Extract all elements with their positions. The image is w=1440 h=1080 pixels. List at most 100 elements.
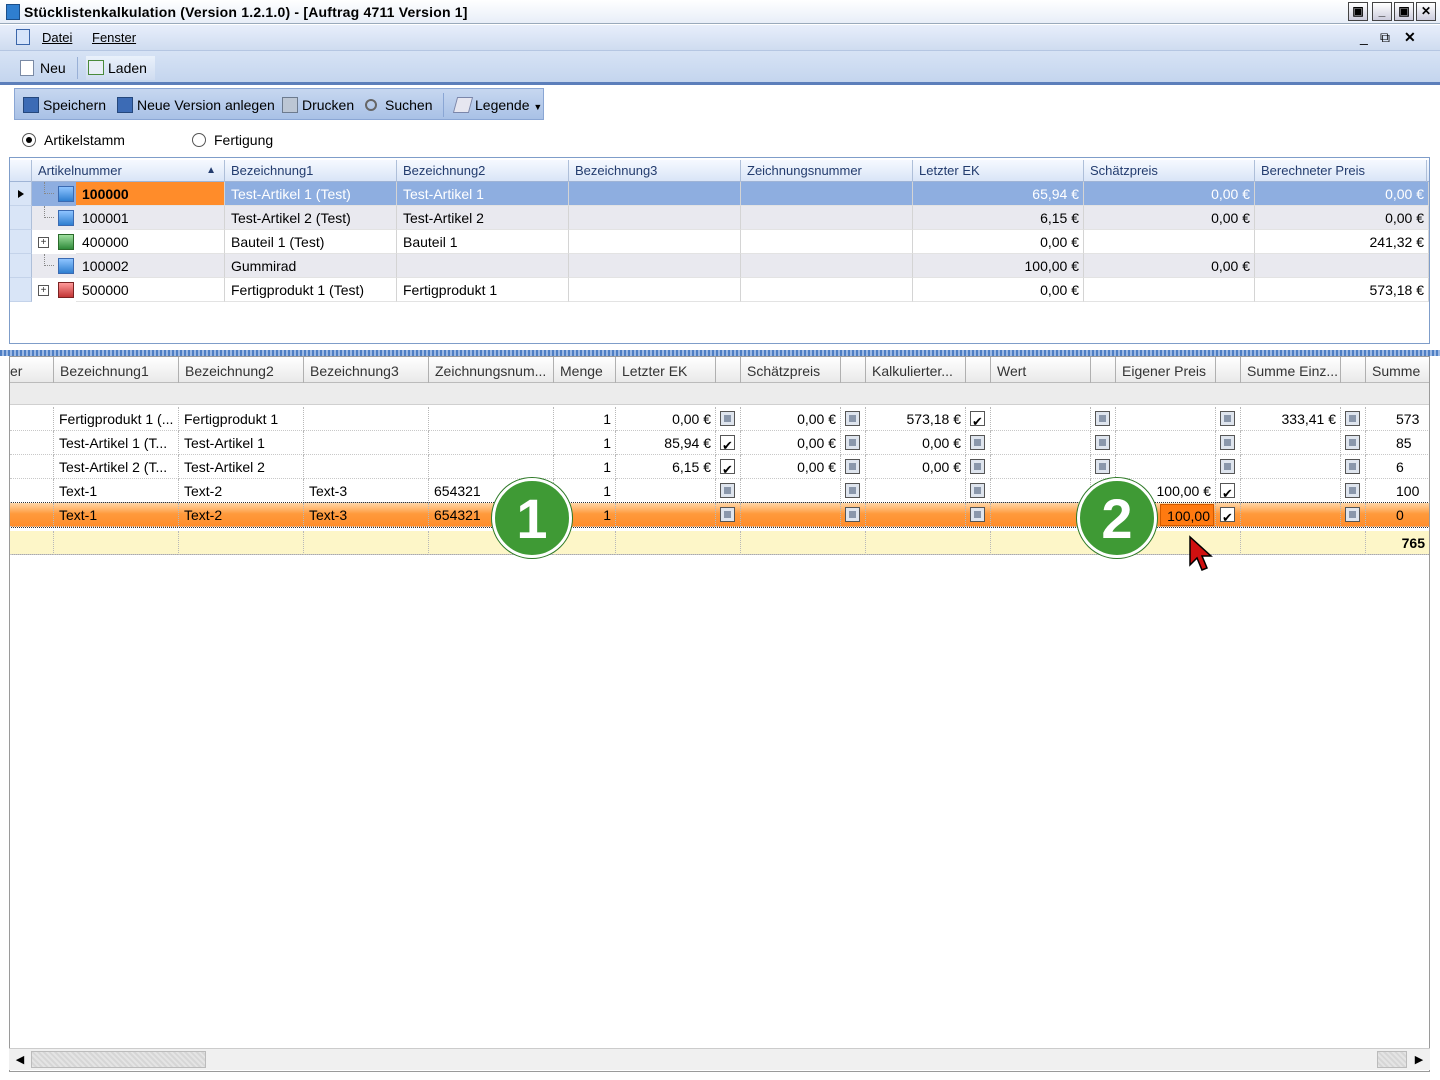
cell-bezeichnung3[interactable]: Text-3 xyxy=(304,479,429,503)
cell-kalkulierter-preis[interactable] xyxy=(866,503,966,527)
flag-cell[interactable] xyxy=(1341,407,1366,431)
scroll-left-icon[interactable]: ◀ xyxy=(13,1053,27,1067)
col-letzter-ek[interactable]: Letzter EK xyxy=(913,160,1084,182)
cell-letzter-ek[interactable]: 0,00 € xyxy=(913,278,1084,302)
col-schaetzpreis-flag[interactable] xyxy=(841,357,866,383)
table-row[interactable]: 100002 Gummirad 100,00 € 0,00 € xyxy=(10,254,1429,278)
flag-cell[interactable] xyxy=(841,503,866,527)
table-row[interactable]: Text-1Text-2Text-36543211100,000 xyxy=(10,502,1429,528)
flag-cell[interactable] xyxy=(841,479,866,503)
cell-bezeichnung3[interactable] xyxy=(304,455,429,479)
cell-letzter-ek[interactable]: 0,00 € xyxy=(913,230,1084,254)
cell-bezeichnung3[interactable] xyxy=(304,431,429,455)
flag-cell[interactable] xyxy=(966,407,991,431)
cell-letzter-ek[interactable] xyxy=(616,503,716,527)
expand-icon[interactable]: + xyxy=(38,237,49,248)
cell-schaetzpreis[interactable] xyxy=(1084,230,1255,254)
col-kalkulierter[interactable]: Kalkulierter... xyxy=(866,357,966,383)
mdi-minimize-icon[interactable]: _ xyxy=(1360,29,1368,45)
table-row[interactable]: Text-1Text-2Text-36543211100,00 €100 xyxy=(10,479,1429,503)
col-artikelnummer[interactable]: Artikelnummer ▲ xyxy=(32,160,225,182)
col-eigener-preis[interactable]: Eigener Preis xyxy=(1116,357,1216,383)
checkbox[interactable] xyxy=(1345,435,1360,450)
flag-cell[interactable] xyxy=(716,455,741,479)
table-row[interactable]: Test-Artikel 1 (T... Test-Artikel 1 1 85,94… xyxy=(10,431,1429,455)
cell-bezeichnung2[interactable] xyxy=(397,254,569,278)
flag-cell[interactable] xyxy=(1341,455,1366,479)
flag-cell[interactable] xyxy=(716,407,741,431)
flag-cell[interactable] xyxy=(966,431,991,455)
cell-berechneter-preis[interactable]: 0,00 € xyxy=(1255,206,1429,230)
cell-summe[interactable]: 0 xyxy=(1366,503,1429,527)
flag-cell[interactable] xyxy=(1216,455,1241,479)
checkbox[interactable] xyxy=(1220,435,1235,450)
flag-cell[interactable] xyxy=(716,431,741,455)
checkbox[interactable] xyxy=(970,483,985,498)
cell-zeichnungsnummer[interactable] xyxy=(741,206,913,230)
col-bezeichnung2[interactable]: Bezeichnung2 xyxy=(179,357,304,383)
cell-letzter-ek[interactable]: 85,94 € xyxy=(616,431,716,455)
cell-artikelnummer[interactable]: 400000 xyxy=(76,230,225,254)
row-header-cell[interactable] xyxy=(10,407,54,431)
cell-bezeichnung1[interactable]: Test-Artikel 1 (T... xyxy=(54,431,179,455)
cell-eigener-preis[interactable] xyxy=(1116,455,1216,479)
col-wert[interactable]: Wert xyxy=(991,357,1091,383)
cell-wert[interactable] xyxy=(991,479,1091,503)
cell-bezeichnung2[interactable]: Test-Artikel 2 xyxy=(397,206,569,230)
col-eigener-preis-flag[interactable] xyxy=(1216,357,1241,383)
cell-eigener-preis[interactable] xyxy=(1116,431,1216,455)
cell-summe-einzel[interactable]: 333,41 € xyxy=(1241,407,1341,431)
cell-zeichnungsnummer[interactable] xyxy=(429,455,554,479)
cell-schaetzpreis[interactable]: 0,00 € xyxy=(1084,182,1255,206)
col-wert-flag[interactable] xyxy=(1091,357,1116,383)
flag-cell[interactable] xyxy=(1341,431,1366,455)
cell-wert[interactable] xyxy=(991,455,1091,479)
cell-bezeichnung3[interactable] xyxy=(569,278,741,302)
col-summe[interactable]: Summe xyxy=(1366,357,1429,383)
col-letzter-ek-flag[interactable] xyxy=(716,357,741,383)
col-bezeichnung1[interactable]: Bezeichnung1 xyxy=(225,160,397,182)
cell-wert[interactable] xyxy=(991,407,1091,431)
cell-summe-einzel[interactable] xyxy=(1241,455,1341,479)
cell-berechneter-preis[interactable]: 241,32 € xyxy=(1255,230,1429,254)
flag-cell[interactable] xyxy=(966,455,991,479)
radio-fertigung[interactable]: Fertigung xyxy=(192,132,273,148)
col-bezeichnung2[interactable]: Bezeichnung2 xyxy=(397,160,569,182)
flag-cell[interactable] xyxy=(966,503,991,527)
expand-icon[interactable]: + xyxy=(38,285,49,296)
flag-cell[interactable] xyxy=(1216,503,1241,527)
cell-letzter-ek[interactable]: 65,94 € xyxy=(913,182,1084,206)
col-bezeichnung3[interactable]: Bezeichnung3 xyxy=(569,160,741,182)
cell-kalkulierter-preis[interactable]: 0,00 € xyxy=(866,431,966,455)
checkbox[interactable] xyxy=(845,435,860,450)
minimize-button[interactable]: _ xyxy=(1372,2,1392,21)
cell-bezeichnung3[interactable] xyxy=(569,230,741,254)
cell-summe[interactable]: 6 xyxy=(1366,455,1429,479)
col-bezeichnung3[interactable]: Bezeichnung3 xyxy=(304,357,429,383)
flag-cell[interactable] xyxy=(716,479,741,503)
cell-bezeichnung1[interactable]: Test-Artikel 2 (Test) xyxy=(225,206,397,230)
cell-wert[interactable] xyxy=(991,503,1091,527)
cell-letzter-ek[interactable]: 6,15 € xyxy=(616,455,716,479)
save-button[interactable]: Speichern xyxy=(23,96,106,114)
cell-bezeichnung1[interactable]: Test-Artikel 2 (T... xyxy=(54,455,179,479)
flag-cell[interactable] xyxy=(841,431,866,455)
cell-kalkulierter-preis[interactable]: 573,18 € xyxy=(866,407,966,431)
cell-schaetzpreis[interactable]: 0,00 € xyxy=(741,407,841,431)
cell-menge[interactable]: 1 xyxy=(554,431,616,455)
cell-summe[interactable]: 85 xyxy=(1366,431,1429,455)
checkbox[interactable] xyxy=(845,507,860,522)
row-header-cell[interactable] xyxy=(10,455,54,479)
cell-artikelnummer[interactable]: 100000 xyxy=(76,182,225,206)
new-version-button[interactable]: Neue Version anlegen xyxy=(117,96,275,114)
cell-menge[interactable]: 1 xyxy=(554,407,616,431)
col-menge[interactable]: Menge xyxy=(554,357,616,383)
checkbox[interactable] xyxy=(1095,411,1110,426)
cell-bezeichnung2[interactable]: Fertigprodukt 1 xyxy=(179,407,304,431)
flag-cell[interactable] xyxy=(841,455,866,479)
cell-bezeichnung3[interactable] xyxy=(569,254,741,278)
cell-zeichnungsnummer[interactable] xyxy=(741,182,913,206)
checkbox[interactable] xyxy=(1220,506,1235,526)
checkbox[interactable] xyxy=(1345,507,1360,522)
col-schaetzpreis[interactable]: Schätzpreis xyxy=(1084,160,1255,182)
